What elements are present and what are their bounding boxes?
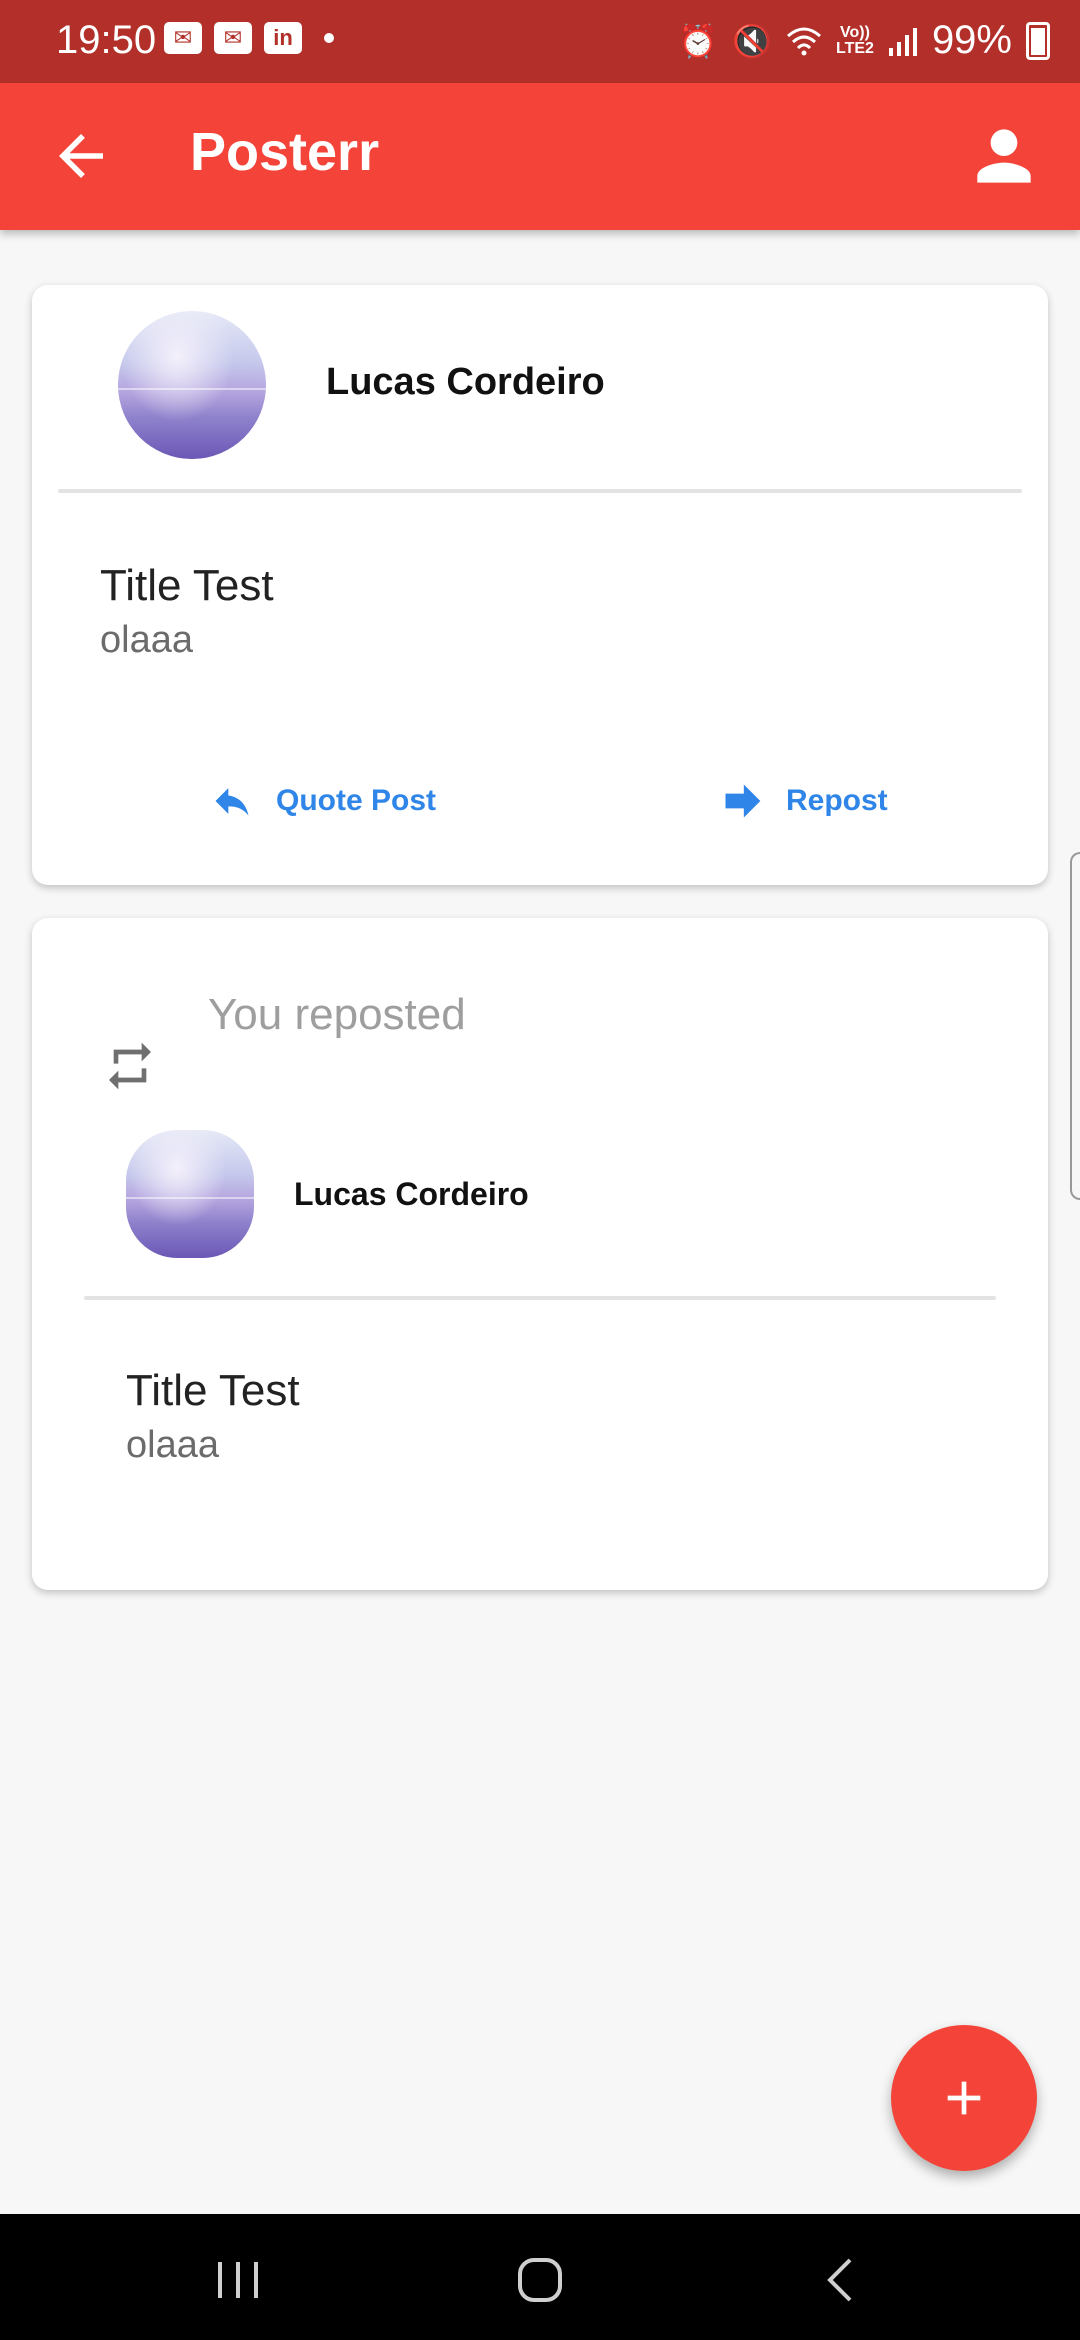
outlook-icon: ✉ bbox=[214, 22, 252, 54]
outlook-icon: ✉ bbox=[164, 22, 202, 54]
linkedin-icon: in bbox=[264, 22, 302, 54]
repost-label-text: You reposted bbox=[208, 990, 466, 1039]
repeat-icon bbox=[109, 1042, 151, 1090]
repost-label: Repost bbox=[786, 784, 888, 817]
repost-author: Lucas Cordeiro bbox=[294, 1176, 529, 1212]
add-post-button[interactable] bbox=[891, 2025, 1037, 2171]
post-title: Title Test bbox=[100, 561, 274, 610]
avatar bbox=[126, 1130, 254, 1258]
back-icon[interactable] bbox=[812, 2250, 872, 2310]
reply-icon bbox=[215, 788, 249, 816]
post-author: Lucas Cordeiro bbox=[326, 361, 605, 403]
battery-icon bbox=[1026, 21, 1050, 60]
repost-body: olaaa bbox=[126, 1424, 219, 1466]
app-bar: Posterr bbox=[0, 83, 1080, 230]
repost-button[interactable]: Repost bbox=[720, 779, 888, 823]
quote-post-label: Quote Post bbox=[276, 784, 437, 817]
volte-icon: Vo)) LTE2 bbox=[836, 23, 874, 57]
post-card: Lucas Cordeiro Title Test olaaa Quote Po… bbox=[32, 285, 1048, 885]
notification-icons: ✉ ✉ in bbox=[164, 22, 334, 54]
arrow-back-icon[interactable] bbox=[48, 123, 114, 189]
alarm-icon: ⏰ bbox=[678, 22, 719, 59]
signal-icon bbox=[888, 27, 917, 56]
wifi-icon bbox=[787, 27, 821, 55]
home-icon[interactable] bbox=[510, 2250, 570, 2310]
divider bbox=[84, 1296, 996, 1300]
recent-apps-icon[interactable] bbox=[208, 2250, 268, 2310]
status-right: ⏰ 🔇 Vo)) LTE2 99% bbox=[678, 18, 1050, 63]
app-title: Posterr bbox=[190, 122, 380, 182]
repost-card: You reposted Lucas Cordeiro Title Test o… bbox=[32, 918, 1048, 1590]
arrow-forward-icon bbox=[725, 784, 761, 818]
status-time: 19:50 bbox=[56, 18, 157, 62]
mute-icon: 🔇 bbox=[732, 22, 772, 59]
status-bar: 19:50 ✉ ✉ in ⏰ 🔇 Vo)) LTE2 99% bbox=[0, 0, 1080, 83]
person-icon[interactable] bbox=[964, 116, 1044, 196]
avatar bbox=[118, 311, 266, 459]
quote-post-button[interactable]: Quote Post bbox=[210, 779, 436, 823]
more-notifications-dot bbox=[324, 33, 334, 43]
repost-title: Title Test bbox=[126, 1366, 300, 1415]
battery-percent: 99% bbox=[931, 18, 1012, 62]
plus-icon bbox=[947, 2081, 981, 2115]
post-body: olaaa bbox=[100, 619, 193, 661]
system-nav-bar bbox=[0, 2214, 1080, 2340]
scrollbar[interactable] bbox=[1070, 852, 1080, 1200]
divider bbox=[58, 489, 1022, 493]
